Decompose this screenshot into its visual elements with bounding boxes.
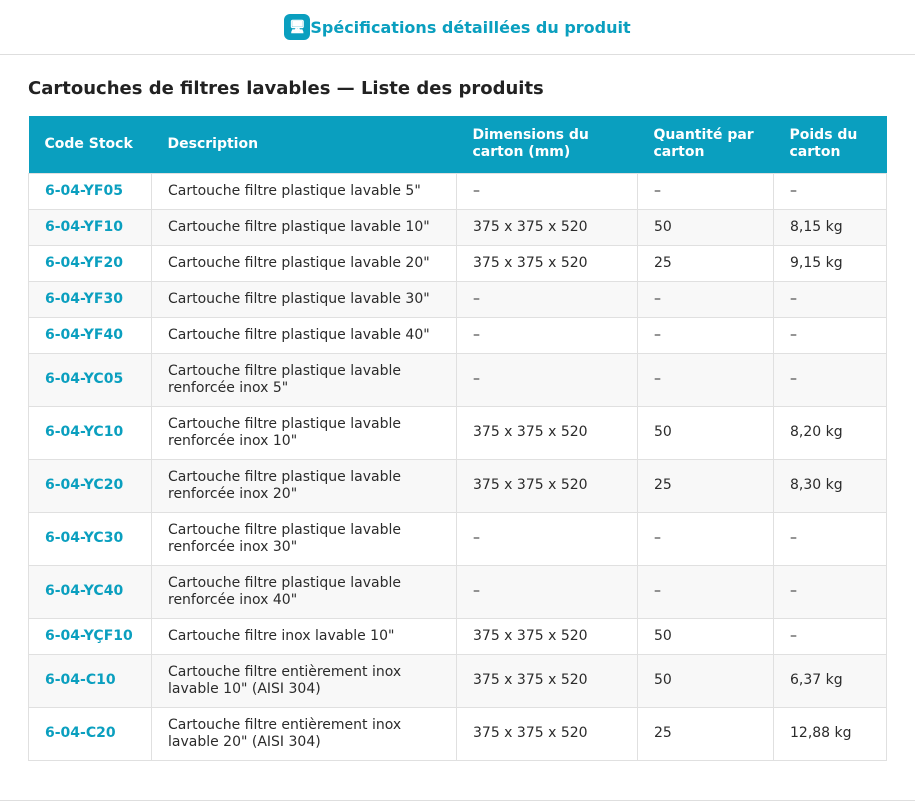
weight-cell: – [773,172,887,210]
weight-cell: 8,20 kg [773,405,887,460]
weight-cell: – [773,352,887,407]
dimensions-cell: – [456,511,638,566]
product-specs-tab[interactable]: 🖥 Spécifications détaillées du produit [284,14,631,40]
description-cell: Cartouche filtre entièrement inox lavabl… [151,706,457,761]
product-code-link[interactable]: 6-04-C10 [28,653,152,708]
description-cell: Cartouche filtre inox lavable 10" [151,617,457,655]
product-code-link[interactable]: 6-04-YC05 [28,352,152,407]
dimensions-cell: 375 x 375 x 520 [456,653,638,708]
quantity-cell: 25 [637,244,774,282]
product-code-link[interactable]: 6-04-YF40 [28,316,152,354]
weight-cell: 8,15 kg [773,208,887,246]
description-cell: Cartouche filtre plastique lavable 5" [151,172,457,210]
quantity-cell: 50 [637,405,774,460]
quantity-cell: 50 [637,208,774,246]
dimensions-cell: – [456,172,638,210]
table-row: 6-04-YC30 Cartouche filtre plastique lav… [28,511,887,566]
table-header-row: Code Stock Description Dimensions du car… [28,116,887,173]
monitor-icon: 🖥 [284,14,311,40]
quantity-cell: – [637,564,774,619]
quantity-cell: – [637,352,774,407]
table-row: 6-04-C10 Cartouche filtre entièrement in… [28,653,887,708]
description-cell: Cartouche filtre plastique lavable renfo… [151,511,457,566]
description-cell: Cartouche filtre plastique lavable 30" [151,280,457,318]
weight-cell: – [773,280,887,318]
table-row: 6-04-YC20 Cartouche filtre plastique lav… [28,458,887,513]
top-bar: 🖥 Spécifications détaillées du produit [0,0,915,55]
product-code-link[interactable]: 6-04-C20 [28,706,152,761]
table-row: 6-04-YF20 Cartouche filtre plastique lav… [28,244,887,282]
table-row: 6-04-YC10 Cartouche filtre plastique lav… [28,405,887,460]
product-code-link[interactable]: 6-04-YF20 [28,244,152,282]
dimensions-cell: – [456,352,638,407]
column-header-dimensions: Dimensions du carton (mm) [456,116,638,173]
quantity-cell: 50 [637,653,774,708]
quantity-cell: 50 [637,617,774,655]
dimensions-cell: 375 x 375 x 520 [456,617,638,655]
dimensions-cell: 375 x 375 x 520 [456,458,638,513]
dimensions-cell: 375 x 375 x 520 [456,405,638,460]
quantity-cell: – [637,280,774,318]
dimensions-cell: 375 x 375 x 520 [456,706,638,761]
product-code-link[interactable]: 6-04-YC40 [28,564,152,619]
column-header-quantity: Quantité par carton [637,116,774,173]
weight-cell: – [773,564,887,619]
quantity-cell: – [637,172,774,210]
table-row: 6-04-YF40 Cartouche filtre plastique lav… [28,316,887,354]
quantity-cell: – [637,316,774,354]
weight-cell: 9,15 kg [773,244,887,282]
product-code-link[interactable]: 6-04-YF05 [28,172,152,210]
product-specs-tab-label: Spécifications détaillées du produit [310,17,631,37]
weight-cell: – [773,617,887,655]
dimensions-cell: – [456,280,638,318]
product-code-link[interactable]: 6-04-YC20 [28,458,152,513]
products-table: Code Stock Description Dimensions du car… [28,116,887,761]
product-code-link[interactable]: 6-04-YÇF10 [28,617,152,655]
weight-cell: 6,37 kg [773,653,887,708]
description-cell: Cartouche filtre entièrement inox lavabl… [151,653,457,708]
product-code-link[interactable]: 6-04-YF10 [28,208,152,246]
description-cell: Cartouche filtre plastique lavable renfo… [151,564,457,619]
product-code-link[interactable]: 6-04-YF30 [28,280,152,318]
dimensions-cell: – [456,316,638,354]
table-row: 6-04-YC05 Cartouche filtre plastique lav… [28,352,887,407]
description-cell: Cartouche filtre plastique lavable 20" [151,244,457,282]
dimensions-cell: 375 x 375 x 520 [456,208,638,246]
product-code-link[interactable]: 6-04-YC10 [28,405,152,460]
dimensions-cell: 375 x 375 x 520 [456,244,638,282]
product-code-link[interactable]: 6-04-YC30 [28,511,152,566]
column-header-description: Description [151,116,457,173]
weight-cell: 8,30 kg [773,458,887,513]
table-row: 6-04-YC40 Cartouche filtre plastique lav… [28,564,887,619]
page-title: Cartouches de filtres lavables — Liste d… [28,78,544,99]
quantity-cell: 25 [637,458,774,513]
description-cell: Cartouche filtre plastique lavable renfo… [151,352,457,407]
description-cell: Cartouche filtre plastique lavable 40" [151,316,457,354]
weight-cell: 12,88 kg [773,706,887,761]
weight-cell: – [773,316,887,354]
description-cell: Cartouche filtre plastique lavable renfo… [151,458,457,513]
table-row: 6-04-YÇF10 Cartouche filtre inox lavable… [28,617,887,655]
table-row: 6-04-YF30 Cartouche filtre plastique lav… [28,280,887,318]
description-cell: Cartouche filtre plastique lavable renfo… [151,405,457,460]
quantity-cell: 25 [637,706,774,761]
column-header-weight: Poids du carton [773,116,887,173]
dimensions-cell: – [456,564,638,619]
weight-cell: – [773,511,887,566]
table-row: 6-04-YF10 Cartouche filtre plastique lav… [28,208,887,246]
table-row: 6-04-C20 Cartouche filtre entièrement in… [28,706,887,761]
quantity-cell: – [637,511,774,566]
footer-divider [0,800,915,801]
description-cell: Cartouche filtre plastique lavable 10" [151,208,457,246]
column-header-code: Code Stock [28,116,152,173]
table-row: 6-04-YF05 Cartouche filtre plastique lav… [28,172,887,210]
